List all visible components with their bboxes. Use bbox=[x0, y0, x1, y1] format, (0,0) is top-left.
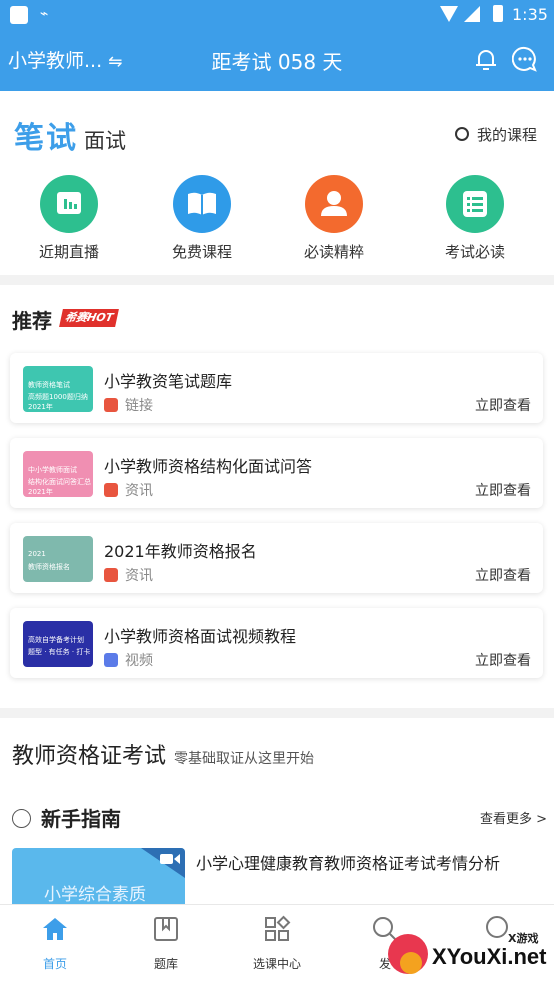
cert-section-header: 教师资格证考试 零基础取证从这里开始 bbox=[12, 738, 314, 770]
thumbnail-text: 高效自学备考计划 bbox=[28, 636, 84, 644]
quick-entry-label: 考试必读 bbox=[444, 243, 505, 261]
quick-entry-live[interactable]: 近期直播 bbox=[14, 175, 124, 262]
home-icon bbox=[43, 918, 67, 940]
tab-interview[interactable]: 面试 bbox=[84, 129, 126, 153]
card-thumbnail: 中小学教师面试 结构化面试问答汇总 2021年 bbox=[23, 451, 93, 497]
my-course-link[interactable]: 我的课程 bbox=[455, 124, 537, 145]
guide-video-thumbnail[interactable]: 小学综合素质 bbox=[12, 848, 185, 906]
quick-entry-label: 免费课程 bbox=[171, 243, 232, 261]
top-bar: ⌁ 1:35 小学教师... ⇋ 距考试 058 天 bbox=[0, 0, 554, 91]
card-tag: 资讯 bbox=[104, 565, 153, 585]
bookmark-icon bbox=[104, 483, 118, 497]
tab-written[interactable]: 笔试 bbox=[14, 121, 78, 156]
quick-entry-exam-guide[interactable]: 考试必读 bbox=[420, 175, 530, 262]
quick-entry-label: 必读精粹 bbox=[303, 243, 364, 261]
watermark-text: XYouXi.net bbox=[432, 944, 547, 969]
nav-home[interactable]: 首页 bbox=[10, 915, 100, 972]
nav-label: 选课中心 bbox=[252, 957, 301, 971]
bookmark-icon bbox=[104, 568, 118, 582]
bookmark-icon bbox=[104, 398, 118, 412]
battery-icon bbox=[493, 5, 503, 22]
quick-entry-label: 近期直播 bbox=[38, 243, 99, 261]
recommend-card[interactable]: 高效自学备考计划 题型 · 有任务 · 打卡 小学教师资格面试视频教程 视频 立… bbox=[10, 608, 543, 678]
card-title: 小学教师资格结构化面试问答 bbox=[104, 457, 313, 476]
signal-icon bbox=[464, 6, 480, 22]
exam-type-tabs: 笔试 面试 bbox=[14, 113, 126, 157]
nav-course-center[interactable]: 选课中心 bbox=[232, 915, 322, 972]
compass-icon bbox=[12, 809, 31, 828]
thumbnail-text: 高频题1000题归纳 2021年 bbox=[28, 393, 88, 411]
nav-label: 首页 bbox=[42, 957, 67, 971]
card-title: 小学教师资格面试视频教程 bbox=[104, 627, 297, 646]
book-icon bbox=[173, 175, 231, 233]
see-more-link[interactable]: 查看更多 > bbox=[480, 808, 547, 827]
thumbnail-text: 教师资格笔试 bbox=[28, 381, 70, 389]
card-tag-label: 资讯 bbox=[125, 568, 153, 584]
my-course-label: 我的课程 bbox=[477, 126, 538, 144]
video-thumbnail-text: 小学综合素质 bbox=[44, 885, 146, 905]
status-bar: ⌁ 1:35 bbox=[0, 0, 554, 30]
nav-question-bank[interactable]: 题库 bbox=[121, 915, 211, 972]
card-title: 2021年教师资格报名 bbox=[104, 542, 257, 561]
card-tag: 视频 bbox=[104, 650, 153, 670]
card-thumbnail: 2021 教师资格报名 bbox=[23, 536, 93, 582]
card-tag-label: 链接 bbox=[125, 398, 153, 414]
card-thumbnail: 高效自学备考计划 题型 · 有任务 · 打卡 bbox=[23, 621, 93, 667]
recommend-card[interactable]: 2021 教师资格报名 2021年教师资格报名 资讯 立即查看 bbox=[10, 523, 543, 593]
person-icon bbox=[305, 175, 363, 233]
section-divider bbox=[0, 275, 554, 285]
guide-title: 新手指南 bbox=[41, 807, 121, 831]
quick-entry-free-courses[interactable]: 免费课程 bbox=[147, 175, 257, 262]
card-title: 小学教资笔试题库 bbox=[104, 372, 233, 391]
thumbnail-text: 结构化面试问答汇总 2021年 bbox=[28, 478, 91, 496]
thumbnail-text: 中小学教师面试 bbox=[28, 466, 77, 474]
status-time: 1:35 bbox=[512, 5, 548, 24]
guide-article-title[interactable]: 小学心理健康教育教师资格证考试考情分析 bbox=[196, 850, 500, 874]
user-icon bbox=[455, 127, 469, 141]
card-tag: 资讯 bbox=[104, 480, 153, 500]
view-now-button[interactable]: 立即查看 bbox=[475, 650, 531, 670]
list-icon bbox=[446, 175, 504, 233]
recommend-card[interactable]: 教师资格笔试 高频题1000题归纳 2021年 小学教资笔试题库 链接 立即查看 bbox=[10, 353, 543, 423]
thumbnail-text: 2021 bbox=[28, 550, 46, 558]
section-divider bbox=[0, 708, 554, 718]
card-tag-label: 视频 bbox=[125, 653, 153, 669]
quick-entry-must-read[interactable]: 必读精粹 bbox=[279, 175, 389, 262]
hot-badge: 希赛HOT bbox=[59, 309, 119, 327]
card-tag: 链接 bbox=[104, 395, 153, 415]
thumbnail-text: 题型 · 有任务 · 打卡 bbox=[28, 648, 91, 656]
card-thumbnail: 教师资格笔试 高频题1000题归纳 2021年 bbox=[23, 366, 93, 412]
guide-header: 新手指南 bbox=[12, 803, 121, 832]
view-now-button[interactable]: 立即查看 bbox=[475, 395, 531, 415]
course-center-icon bbox=[265, 915, 291, 941]
card-tag-label: 资讯 bbox=[125, 483, 153, 499]
nav-label: 题库 bbox=[153, 957, 178, 971]
video-icon bbox=[104, 653, 118, 667]
recommend-title: 推荐 bbox=[12, 309, 52, 333]
cert-section-subtitle: 零基础取证从这里开始 bbox=[174, 751, 315, 767]
watermark-logo-dot bbox=[400, 952, 422, 974]
thumbnail-text: 教师资格报名 bbox=[28, 563, 70, 571]
cert-section-title: 教师资格证考试 bbox=[12, 744, 167, 769]
message-icon[interactable] bbox=[512, 46, 538, 72]
question-bank-icon bbox=[154, 917, 178, 941]
app-notification-icon: ⌁ bbox=[40, 6, 49, 22]
notification-icon bbox=[10, 6, 28, 24]
camera-icon bbox=[160, 854, 180, 864]
wifi-icon bbox=[440, 6, 458, 22]
watermark: X游戏 XYouXi.net bbox=[388, 930, 554, 986]
view-now-button[interactable]: 立即查看 bbox=[475, 565, 531, 585]
live-stream-icon bbox=[40, 175, 98, 233]
exam-countdown: 距考试 058 天 bbox=[211, 50, 343, 74]
bell-icon[interactable] bbox=[473, 46, 499, 72]
view-now-button[interactable]: 立即查看 bbox=[475, 480, 531, 500]
recommend-card[interactable]: 中小学教师面试 结构化面试问答汇总 2021年 小学教师资格结构化面试问答 资讯… bbox=[10, 438, 543, 508]
